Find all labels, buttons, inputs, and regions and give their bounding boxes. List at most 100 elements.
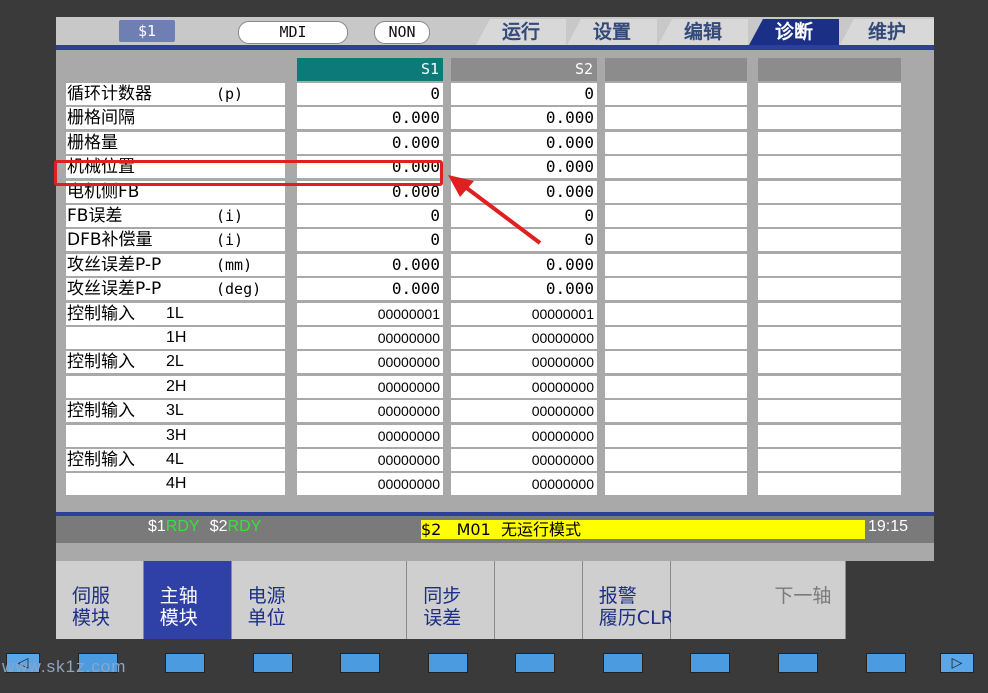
row-unit: (i) [216, 207, 244, 225]
empty-cell [605, 327, 747, 349]
value-cell-s1: 00000000 [297, 375, 443, 398]
empty-cell [758, 131, 901, 154]
empty-cell [758, 156, 901, 179]
row-sub-label: 3L [166, 402, 184, 420]
row-label-cell: 循环计数器 (p) [66, 83, 285, 105]
arrow-head [448, 175, 474, 197]
empty-cell [605, 278, 747, 301]
highlight-box [54, 160, 443, 186]
row-label-cell: 栅格量 [66, 131, 285, 154]
table-row: 控制输入 4L 00000000 00000000 [66, 448, 901, 472]
softkey-2[interactable]: 电源 单位 [231, 561, 320, 639]
value-cell-s1: 0.000 [297, 131, 443, 154]
empty-cell [758, 351, 901, 374]
row-unit: (i) [216, 231, 244, 250]
row-label-cell: DFB补偿量 (i) [66, 229, 285, 252]
softkey-3[interactable] [319, 561, 408, 639]
empty-cell [605, 424, 747, 447]
table-row: 2H 00000000 00000000 [66, 375, 901, 399]
softkey-9[interactable] [846, 561, 937, 639]
ready-status: $1RDY $2RDY [148, 518, 261, 536]
function-key-8[interactable] [690, 653, 730, 673]
empty-cell [758, 449, 901, 471]
value-cell-s1: 00000000 [297, 473, 443, 496]
row-label-cell: 控制输入 3L [66, 400, 285, 423]
softkey-8[interactable]: 下一轴 [758, 561, 847, 639]
value-cell-s1: 0 [297, 83, 443, 105]
tab-2[interactable]: 编辑 [658, 19, 748, 45]
value-cell-s2: 00000000 [451, 351, 597, 374]
value-cell-s1: 00000001 [297, 302, 443, 325]
row-label-cell: FB误差 (i) [66, 205, 285, 227]
softkey-4[interactable]: 同步 误差 [407, 561, 496, 639]
sys1-label: $1 [148, 518, 166, 535]
row-sub-label: 4H [166, 475, 187, 493]
value-cell-s1: 00000000 [297, 351, 443, 374]
column-header-4 [758, 58, 901, 81]
row-sub-label: 2L [166, 353, 184, 371]
function-key-2[interactable] [165, 653, 205, 673]
row-label-cell: 控制输入 2L [66, 351, 285, 374]
table-row: 3H 00000000 00000000 [66, 424, 901, 448]
tab-4[interactable]: 维护 [840, 19, 934, 45]
empty-cell [605, 449, 747, 471]
empty-cell [758, 278, 901, 301]
clock: 19:15 [868, 518, 909, 535]
value-cell-s2: 00000001 [451, 302, 597, 325]
tab-0[interactable]: 运行 [476, 19, 566, 45]
empty-cell [605, 253, 747, 276]
softkey-6[interactable]: 报警 履历CLR [582, 561, 674, 639]
value-cell-s1: 00000000 [297, 400, 443, 423]
empty-cell [605, 205, 747, 227]
function-key-9[interactable] [778, 653, 818, 673]
tab-1[interactable]: 设置 [567, 19, 657, 45]
empty-cell [605, 400, 747, 423]
function-key-10[interactable] [866, 653, 906, 673]
function-key-7[interactable] [603, 653, 643, 673]
mode-indicator: MDI [238, 21, 348, 44]
value-cell-s1: 0.000 [297, 107, 443, 130]
value-cell-s1: 00000000 [297, 424, 443, 447]
softkey-1[interactable]: 主轴 模块 [143, 561, 232, 639]
empty-cell [605, 156, 747, 179]
row-label: FB误差 [67, 206, 123, 226]
value-cell-s1: 0.000 [297, 278, 443, 301]
function-key-3[interactable] [253, 653, 293, 673]
table-row: 4H 00000000 00000000 [66, 472, 901, 496]
softkey-0[interactable]: 伺服 模块 [56, 561, 144, 639]
empty-cell [758, 253, 901, 276]
row-label: 控制输入 [67, 303, 135, 324]
softkey-7[interactable] [670, 561, 759, 639]
column-header-s2: S2 [451, 58, 597, 81]
softkey-5[interactable] [495, 561, 583, 639]
row-label: 攻丝误差P-P [67, 279, 162, 300]
row-label-cell: 攻丝误差P-P (mm) [66, 253, 285, 276]
status-bar: $1RDY $2RDY $2 M01 无运行模式 19:15 [56, 516, 934, 543]
value-cell-s2: 00000000 [451, 449, 597, 471]
row-label: 栅格量 [67, 132, 118, 153]
value-cell-s1: 00000000 [297, 327, 443, 349]
function-key-6[interactable] [515, 653, 555, 673]
softkey-bar: 伺服 模块 主轴 模块 电源 单位 同步 误差 报警 履历CLR 下一轴 [56, 561, 937, 639]
row-unit: (p) [216, 85, 244, 103]
row-label: 控制输入 [67, 352, 135, 373]
function-key-5[interactable] [428, 653, 468, 673]
empty-cell [605, 473, 747, 496]
value-cell-s2: 00000000 [451, 424, 597, 447]
empty-cell [605, 131, 747, 154]
empty-cell [758, 400, 901, 423]
page-right-key[interactable]: ▷ [940, 653, 974, 673]
table-row: 栅格量 0.000 0.000 [66, 131, 901, 155]
empty-cell [605, 180, 747, 203]
diagnosis-table: S1 S2 循环计数器 (p) 0 0 栅格间隔 0.000 0.000 栅格量 0.000 0.… [66, 58, 901, 506]
row-label-cell: 1H [66, 327, 285, 349]
value-cell-s1: 00000000 [297, 449, 443, 471]
tab-3[interactable]: 诊断 [749, 19, 839, 45]
function-key-4[interactable] [340, 653, 380, 673]
top-status-bar: $1 MDI NON 运行 设置 编辑 诊断 维护 [56, 17, 934, 46]
system-indicator: $1 [119, 20, 175, 42]
empty-cell [605, 302, 747, 325]
value-cell-s2: 00000000 [451, 400, 597, 423]
table-row: 栅格间隔 0.000 0.000 [66, 106, 901, 130]
empty-cell [758, 180, 901, 203]
